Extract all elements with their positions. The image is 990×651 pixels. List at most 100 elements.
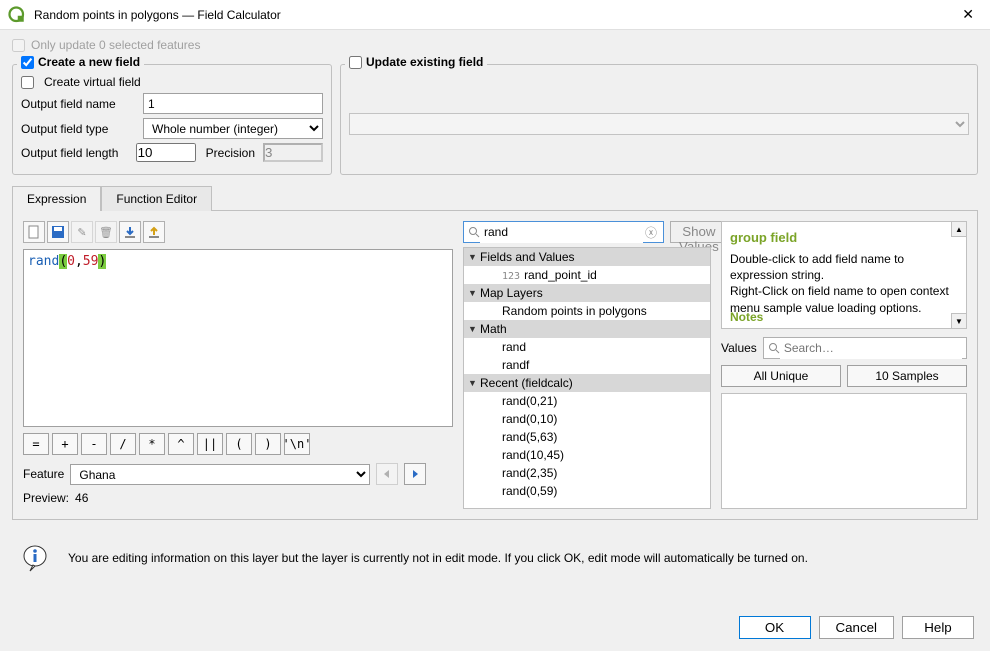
tab-function-editor[interactable]: Function Editor	[101, 186, 212, 211]
expr-token-arg1: 0	[67, 254, 75, 269]
update-field-box: Update existing field	[340, 64, 978, 175]
output-name-input[interactable]	[143, 93, 323, 114]
op-newline[interactable]: '\n'	[284, 433, 310, 455]
op-pow[interactable]: ^	[168, 433, 194, 455]
update-field-header[interactable]: Update existing field	[345, 55, 487, 69]
prev-feature-icon[interactable]	[376, 463, 398, 485]
tree-item[interactable]: rand(2,35)	[464, 464, 710, 482]
only-update-label: Only update 0 selected features	[31, 38, 200, 52]
tree-group-fields[interactable]: ▼Fields and Values	[464, 248, 710, 266]
tab-expression[interactable]: Expression	[12, 186, 101, 211]
import-icon[interactable]	[119, 221, 141, 243]
all-unique-button[interactable]: All Unique	[721, 365, 841, 387]
expr-token-close: )	[98, 254, 106, 269]
op-lparen[interactable]: (	[226, 433, 252, 455]
output-length-spin[interactable]	[136, 143, 196, 162]
create-field-checkbox[interactable]	[21, 56, 34, 69]
ok-button[interactable]: OK	[739, 616, 811, 639]
create-field-box: Create a new field Create virtual field …	[12, 64, 332, 175]
op-div[interactable]: /	[110, 433, 136, 455]
preview-label: Preview:	[23, 491, 69, 505]
cancel-button[interactable]: Cancel	[819, 616, 895, 639]
create-field-header[interactable]: Create a new field	[17, 55, 144, 69]
delete-icon: 🗑	[95, 221, 117, 243]
values-list[interactable]	[721, 393, 967, 509]
output-name-label: Output field name	[21, 97, 139, 111]
update-field-header-label: Update existing field	[366, 55, 483, 69]
precision-label: Precision	[206, 146, 255, 160]
update-field-checkbox[interactable]	[349, 56, 362, 69]
values-search-box[interactable]	[763, 337, 967, 359]
function-search-box[interactable]: ⓧ	[463, 221, 664, 243]
feature-label: Feature	[23, 467, 64, 481]
only-update-row: Only update 0 selected features	[12, 38, 978, 52]
op-plus[interactable]: +	[52, 433, 78, 455]
titlebar: Random points in polygons — Field Calcul…	[0, 0, 990, 30]
tree-item[interactable]: Random points in polygons	[464, 302, 710, 320]
clear-search-icon[interactable]: ⓧ	[643, 224, 659, 241]
app-icon	[8, 6, 26, 24]
op-mul[interactable]: *	[139, 433, 165, 455]
scroll-up-icon[interactable]: ▲	[951, 221, 967, 237]
help-button[interactable]: Help	[902, 616, 974, 639]
field-type-icon: 123	[502, 271, 520, 282]
info-text: You are editing information on this laye…	[68, 551, 808, 565]
create-field-header-label: Create a new field	[38, 55, 140, 69]
output-length-label: Output field length	[21, 146, 132, 160]
save-icon[interactable]	[47, 221, 69, 243]
update-field-select	[349, 113, 969, 135]
feature-select[interactable]: Ghana	[70, 464, 370, 485]
new-icon[interactable]	[23, 221, 45, 243]
function-search-input[interactable]	[480, 222, 643, 243]
only-update-checkbox	[12, 39, 25, 52]
export-icon[interactable]	[143, 221, 165, 243]
search-icon	[468, 226, 480, 238]
tree-group-math[interactable]: ▼Math	[464, 320, 710, 338]
virtual-field-label: Create virtual field	[44, 75, 141, 89]
tree-item[interactable]: rand(0,10)	[464, 410, 710, 428]
expression-editor[interactable]: rand(0,59)	[23, 249, 453, 427]
tree-group-maplayers[interactable]: ▼Map Layers	[464, 284, 710, 302]
tree-item[interactable]: rand	[464, 338, 710, 356]
tree-item[interactable]: rand(0,59)	[464, 482, 710, 500]
precision-spin	[263, 143, 323, 162]
close-icon[interactable]: ✕	[954, 2, 982, 27]
tree-item[interactable]: randf	[464, 356, 710, 374]
op-concat[interactable]: ||	[197, 433, 223, 455]
edit-icon: ✎	[71, 221, 93, 243]
expr-token-func: rand	[28, 254, 59, 269]
op-eq[interactable]: =	[23, 433, 49, 455]
expr-token-arg2: 59	[83, 254, 99, 269]
virtual-field-checkbox[interactable]	[21, 76, 34, 89]
help-panel: group field Double-click to add field na…	[721, 221, 967, 329]
tree-item[interactable]: 123 rand_point_id	[464, 266, 710, 284]
tree-group-fields-label: Fields and Values	[480, 250, 575, 264]
values-label: Values	[721, 341, 757, 355]
tree-item[interactable]: rand(10,45)	[464, 446, 710, 464]
help-text-2: Right-Click on field name to open contex…	[730, 283, 958, 315]
expr-token-open: (	[59, 254, 67, 269]
output-type-label: Output field type	[21, 122, 139, 136]
tree-group-recent-label: Recent (fieldcalc)	[480, 376, 573, 390]
next-feature-icon[interactable]	[404, 463, 426, 485]
preview-value: 46	[75, 491, 88, 505]
help-notes: Notes	[730, 310, 763, 324]
operator-row: = + - / * ^ || ( ) '\n'	[23, 433, 453, 455]
op-minus[interactable]: -	[81, 433, 107, 455]
op-rparen[interactable]: )	[255, 433, 281, 455]
help-title: group field	[730, 230, 958, 245]
ten-samples-button[interactable]: 10 Samples	[847, 365, 967, 387]
values-search-input[interactable]	[780, 338, 962, 359]
help-text-1: Double-click to add field name to expres…	[730, 251, 958, 283]
expr-token-comma: ,	[75, 254, 83, 269]
show-values-button: Show Values	[670, 221, 728, 243]
window-title: Random points in polygons — Field Calcul…	[34, 8, 954, 22]
tree-item-label: rand_point_id	[524, 268, 597, 282]
output-type-select[interactable]: Whole number (integer)	[143, 118, 323, 139]
function-tree[interactable]: ▼Fields and Values 123 rand_point_id ▼Map…	[463, 247, 711, 509]
tree-item[interactable]: rand(0,21)	[464, 392, 710, 410]
scroll-down-icon[interactable]: ▼	[951, 313, 967, 329]
tree-group-recent[interactable]: ▼Recent (fieldcalc)	[464, 374, 710, 392]
search-icon	[768, 342, 780, 354]
tree-item[interactable]: rand(5,63)	[464, 428, 710, 446]
